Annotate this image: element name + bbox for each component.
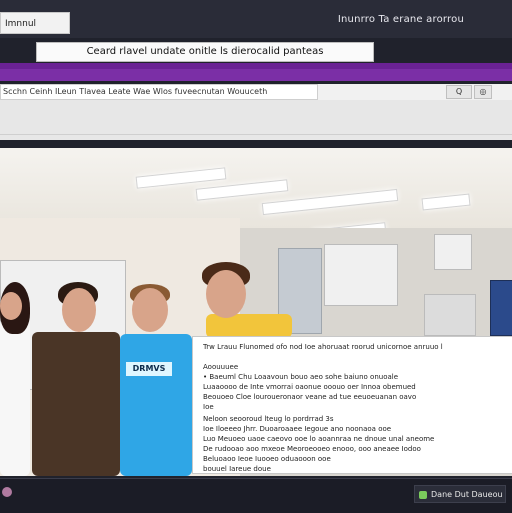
panel-line: Trw Lrauu Flunomed ofo nod Ioe ahoruaat …	[203, 343, 443, 351]
search-button[interactable]: Q	[446, 85, 472, 99]
app-window: Imnnul Inunrro Ta erane arorrou Ceard rl…	[0, 0, 512, 513]
back-cabinet	[324, 244, 398, 306]
panel-line: Luo Meuoeo uaoe caeovo ooe lo aoannraa n…	[203, 435, 435, 443]
person-left-body	[0, 318, 30, 476]
panel-line: Ioe	[203, 403, 214, 411]
nav-toolbar: Scchn Ceinh ILeun Tlavea Leate Wae Wlos …	[0, 84, 512, 101]
panel-line: De rudooao aoo mxeoe Meoroeooeo enooo, o…	[203, 445, 421, 453]
status-icon	[419, 491, 427, 499]
panel-line: Aoouuuee	[203, 363, 239, 371]
panel-line: Beouoeo Cloe louroueronaor veane ad tue …	[203, 393, 417, 401]
options-button[interactable]: ◎	[474, 85, 492, 99]
status-button[interactable]: Dane Dut Daueou	[414, 485, 506, 503]
monitor	[490, 280, 512, 336]
window-title: Inunrro Ta erane arorrou	[337, 14, 464, 25]
app-label[interactable]: Imnnul	[0, 12, 70, 34]
panel-line: Neloon seooroud lteug lo pordrrad 3s	[203, 415, 334, 423]
bottom-taskbar: Dane Dut Daueou	[0, 478, 512, 513]
wall-sign	[434, 234, 472, 270]
person-yellow-shirt	[206, 314, 292, 338]
start-icon[interactable]	[2, 487, 12, 497]
appliance	[424, 294, 476, 336]
person-yellow-head	[206, 270, 246, 318]
person-blue-shirt	[120, 334, 192, 476]
content-header	[0, 100, 512, 140]
photo-scene: DRMVS Trw Lrauu Flunomed ofo nod Ioe aho…	[0, 148, 512, 476]
person-brown-head	[62, 288, 96, 332]
panel-line: Beluoaoo Ieoe Iuooeo oduaooon ooe	[203, 455, 331, 463]
panel-line: bouuel Iareue doue	[203, 465, 271, 473]
panel-line: Ioe Iloeeeo Jhrr. Duoaroaaee Iegoue ano …	[203, 425, 392, 433]
address-bar[interactable]: Scchn Ceinh ILeun Tlavea Leate Wae Wlos …	[0, 84, 318, 100]
shirt-print: DRMVS	[126, 362, 172, 376]
person-brown-shirt	[32, 332, 120, 476]
page-subheading: Ceard rlavel undate onitle ls dierocalid…	[36, 42, 374, 62]
status-text: Dane Dut Daueou	[431, 490, 503, 499]
panel-line: • Baeuml Chu Loaavoun bouo aeo sohe baiu…	[203, 373, 399, 381]
info-panel: Trw Lrauu Flunomed ofo nod Ioe ahoruaat …	[192, 336, 512, 474]
person-blue-head	[132, 288, 168, 332]
person-left-head	[0, 292, 22, 320]
accent-bar	[0, 63, 512, 81]
panel-line: Luaaoooo de Inte vmorrai oaonue ooouo oe…	[203, 383, 416, 391]
title-bar: Imnnul Inunrro Ta erane arorrou	[0, 0, 512, 38]
